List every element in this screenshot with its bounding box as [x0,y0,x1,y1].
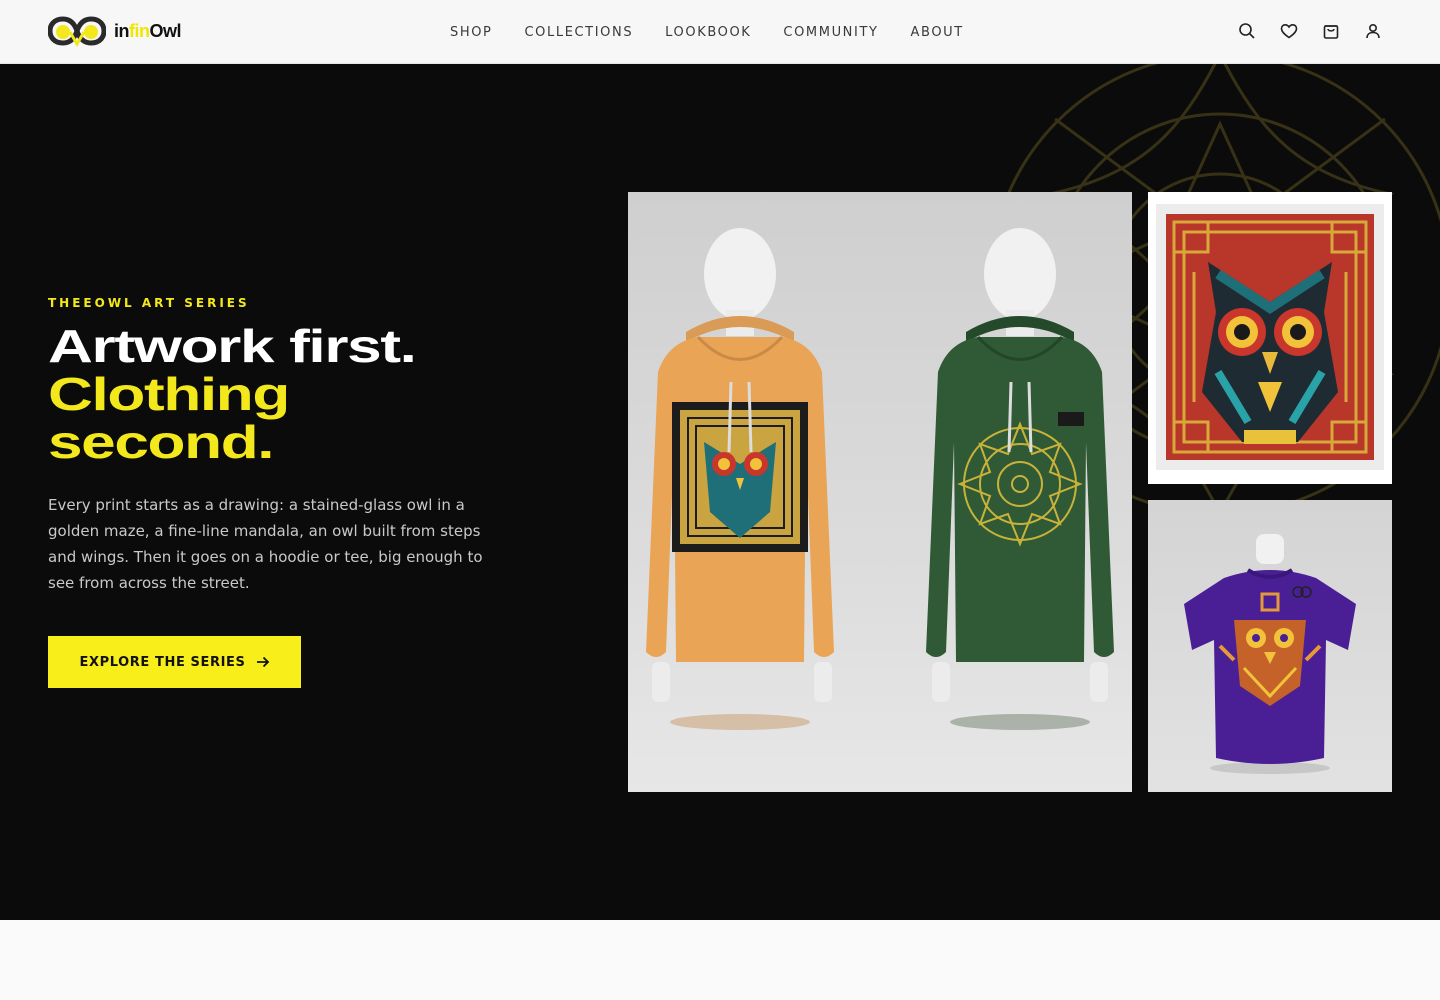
infinity-logo-icon [48,16,106,47]
hoodies-illustration [646,228,1114,730]
bag-icon[interactable] [1320,20,1342,42]
hoodies-product-image[interactable] [628,192,1132,792]
next-section [0,920,1440,1000]
arrow-right-icon [256,656,269,668]
heart-icon[interactable] [1278,20,1300,42]
brand-wordmark: in fin Owl [114,20,182,42]
headline-line-1: Artwork first. [48,320,417,372]
purple-tee-image[interactable] [1148,500,1392,792]
stained-glass-owl-illustration [1156,204,1384,470]
orange-hoodie [646,228,834,702]
headline-line-3: second. [48,416,275,468]
hero-description: Every print starts as a drawing: a stain… [48,496,483,592]
brand-logo[interactable]: in fin Owl [48,14,182,48]
nav-community[interactable]: COMMUNITY [783,25,878,40]
user-icon[interactable] [1362,20,1384,42]
green-hoodie [926,228,1114,702]
brand-prefix: in [114,20,130,41]
nav-shop[interactable]: SHOP [450,25,493,40]
brand-suffix: Owl [149,20,182,41]
brand-middle: fin [129,20,150,41]
explore-series-label: EXPLORE THE SERIES [79,654,246,670]
nav-lookbook[interactable]: LOOKBOOK [665,25,751,40]
header-actions [1236,20,1384,42]
nav-about[interactable]: ABOUT [911,25,964,40]
hero-eyebrow: THEEOWL ART SERIES [48,296,250,310]
purple-owl-tee-illustration [1184,534,1356,774]
explore-series-button[interactable]: EXPLORE THE SERIES [48,636,301,688]
search-icon[interactable] [1236,20,1258,42]
main-nav: SHOP COLLECTIONS LOOKBOOK COMMUNITY ABOU… [450,0,996,64]
hero-headline: Artwork first. Clothing second. [48,320,417,468]
nav-collections[interactable]: COLLECTIONS [525,25,634,40]
headline-line-2: Clothing [48,368,290,420]
site-header: in fin Owl SHOP COLLECTIONS LOOKBOOK COMMU… [0,0,1440,64]
owl-artwork-image[interactable] [1148,192,1392,484]
hero-section: THEEOWL ART SERIES Artwork first. Clothi… [0,64,1440,920]
